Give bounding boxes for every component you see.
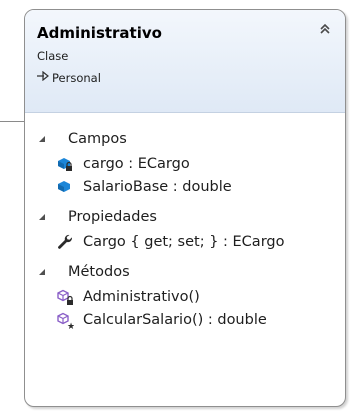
wrench-property-icon (56, 233, 74, 251)
triangle-expanded-icon (38, 268, 46, 276)
field-private-icon (56, 155, 74, 173)
collapse-button[interactable] (317, 22, 333, 38)
method-item-administrativo[interactable]: Administrativo() (25, 285, 345, 308)
property-item-cargo[interactable]: Cargo { get; set; } : ECargo (25, 230, 345, 253)
section-methods-header[interactable]: Métodos (25, 259, 345, 285)
section-fields-header[interactable]: Campos (25, 126, 345, 152)
class-kind: Clase (37, 49, 69, 63)
base-class-name: Personal (52, 71, 101, 85)
class-shape[interactable]: Administrativo Clase Personal Campos car… (24, 9, 346, 407)
field-item-cargo[interactable]: cargo : ECargo (25, 152, 345, 175)
method-private-icon (56, 288, 74, 306)
field-icon (56, 178, 74, 196)
section-fields-title: Campos (68, 131, 127, 147)
class-name: Administrativo (37, 24, 162, 42)
method-item-label: CalcularSalario() : double (83, 311, 267, 328)
triangle-expanded-icon (38, 213, 46, 221)
method-protected-icon: ★ (56, 311, 74, 329)
class-header: Administrativo Clase Personal (25, 10, 345, 113)
class-base: Personal (37, 70, 345, 85)
field-item-label: cargo : ECargo (83, 155, 190, 172)
section-methods-title: Métodos (68, 264, 130, 280)
field-item-salariobase[interactable]: SalarioBase : double (25, 175, 345, 198)
triangle-expanded-icon (38, 135, 46, 143)
association-line (0, 121, 25, 122)
class-body: Campos cargo : ECargo SalarioBase : doub… (25, 113, 345, 331)
property-item-label: Cargo { get; set; } : ECargo (83, 233, 285, 250)
double-chevron-up-icon (318, 21, 332, 40)
inheritance-arrow-icon (37, 70, 49, 85)
field-item-label: SalarioBase : double (83, 178, 232, 195)
section-properties-title: Propiedades (68, 209, 157, 225)
method-item-label: Administrativo() (83, 288, 200, 305)
method-item-calcularsalario[interactable]: ★ CalcularSalario() : double (25, 308, 345, 331)
section-properties-header[interactable]: Propiedades (25, 204, 345, 230)
svg-text:★: ★ (67, 322, 74, 329)
